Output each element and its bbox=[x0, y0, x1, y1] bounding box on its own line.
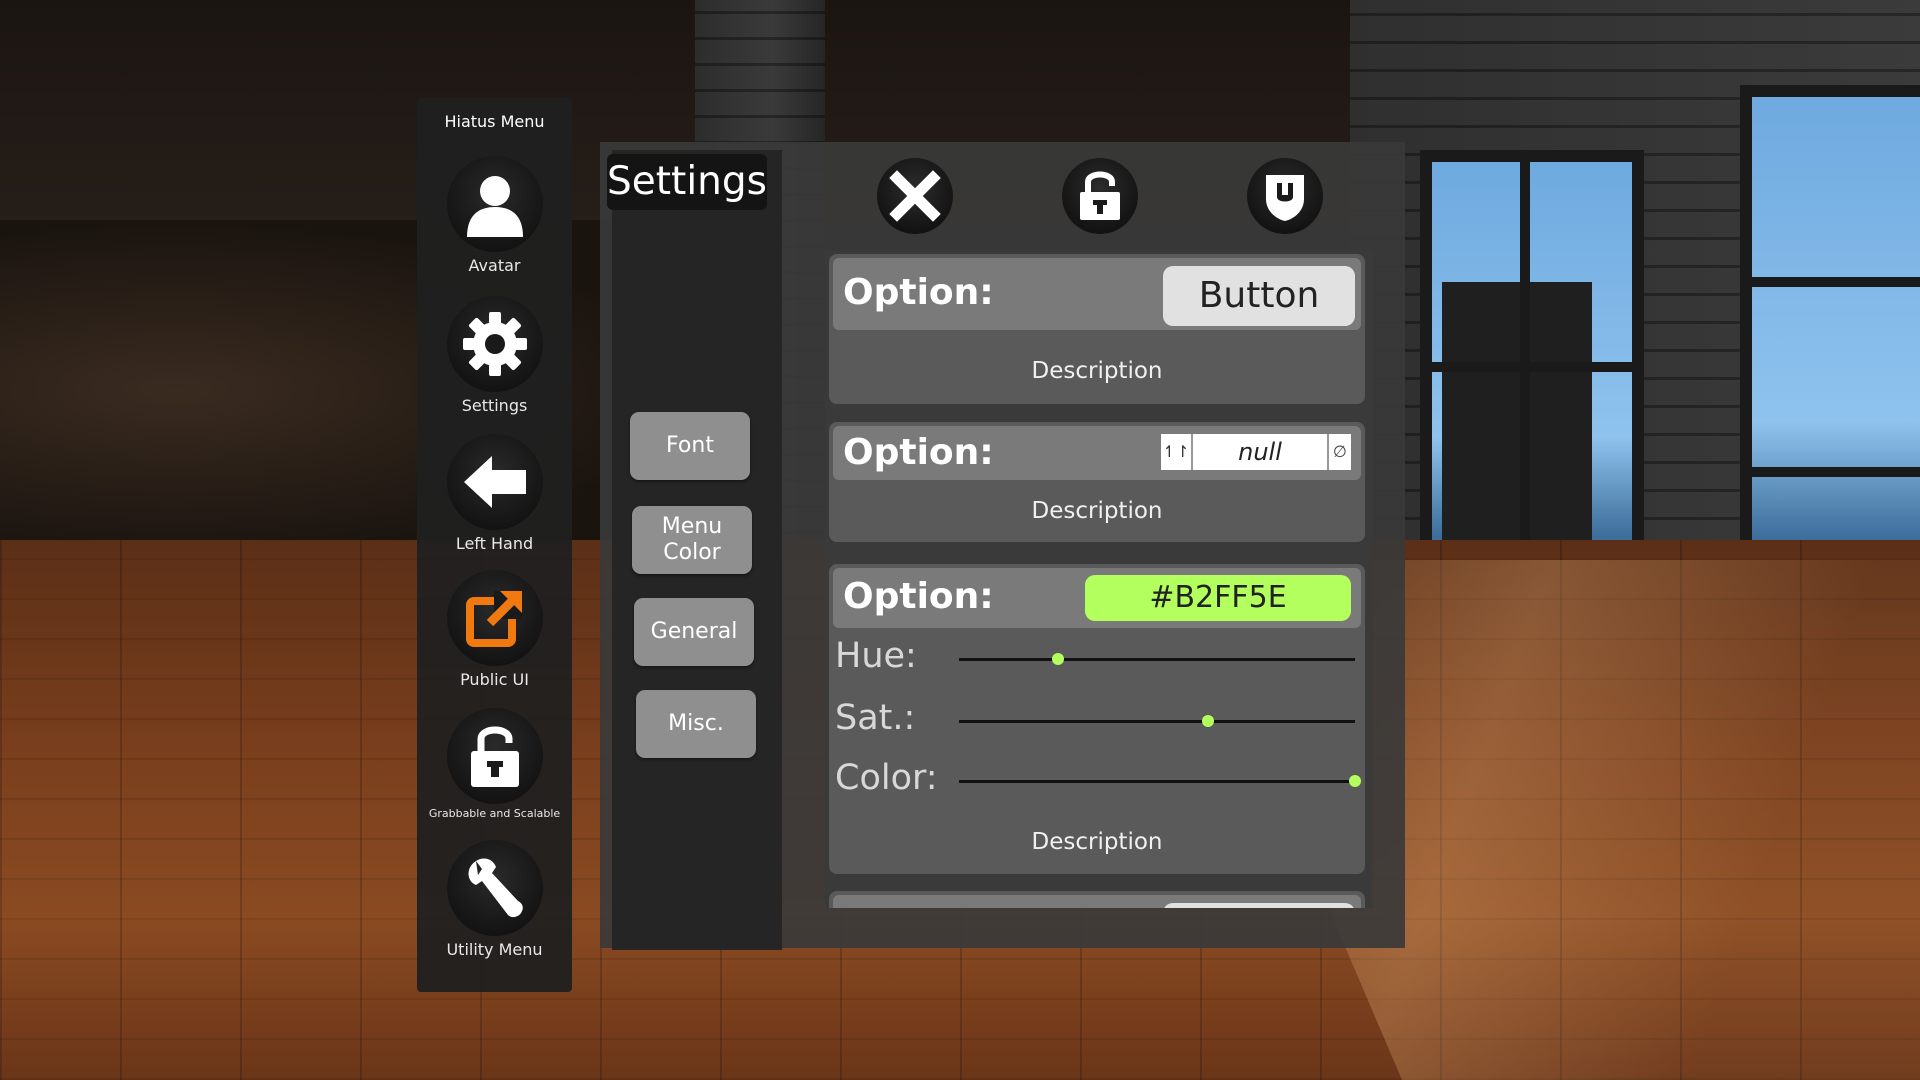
slider-label: Sat.: bbox=[835, 698, 916, 738]
clear-icon[interactable]: ∅ bbox=[1327, 434, 1351, 470]
color-hex-field[interactable]: #B2FF5E bbox=[1085, 575, 1351, 621]
side-item-settings[interactable]: Settings bbox=[417, 296, 572, 415]
stepper-arrows-icon[interactable]: ↿↾ bbox=[1161, 434, 1193, 470]
hiatus-side-menu: Hiatus Menu Avatar Settings Left Hand Pu… bbox=[417, 98, 572, 992]
tab-font[interactable]: Font bbox=[630, 412, 750, 480]
option-header: Option: ↿↾ null ∅ bbox=[833, 426, 1361, 480]
options-list[interactable]: Option: Button Description Option: ↿↾ nu… bbox=[825, 250, 1373, 908]
side-item-public-ui[interactable]: Public UI bbox=[417, 570, 572, 689]
side-item-label: Left Hand bbox=[455, 534, 534, 553]
color-slider[interactable] bbox=[959, 775, 1361, 787]
shield-icon bbox=[1266, 175, 1304, 221]
option-action-button[interactable] bbox=[1163, 903, 1355, 908]
side-item-label: Utility Menu bbox=[446, 940, 543, 959]
tab-menu-color[interactable]: Menu Color bbox=[632, 506, 752, 574]
side-item-label: Grabbable and Scalable bbox=[428, 807, 561, 820]
wrench-icon bbox=[446, 840, 543, 936]
close-button[interactable] bbox=[877, 158, 953, 234]
side-item-grabbable[interactable]: Grabbable and Scalable bbox=[417, 708, 572, 820]
shield-button[interactable] bbox=[1247, 158, 1323, 234]
avatar-icon bbox=[446, 156, 543, 252]
unlock-icon bbox=[1080, 171, 1120, 220]
window-mullion bbox=[1752, 277, 1920, 287]
slider-knob[interactable] bbox=[1202, 715, 1215, 727]
arrow-left-icon bbox=[446, 434, 543, 530]
slider-knob[interactable] bbox=[1349, 775, 1361, 787]
option-action-button[interactable]: Button bbox=[1163, 266, 1355, 326]
option-label: Option: bbox=[843, 576, 994, 617]
tab-general[interactable]: General bbox=[634, 598, 754, 666]
slider-label: Hue: bbox=[835, 636, 917, 676]
option-header bbox=[833, 895, 1361, 908]
gear-icon bbox=[446, 296, 543, 392]
slider-label: Color: bbox=[835, 758, 938, 798]
side-item-utility-menu[interactable]: Utility Menu bbox=[417, 840, 572, 959]
option-color-card: Option: #B2FF5E Hue: Sat.: Color: Descri… bbox=[829, 564, 1365, 874]
number-input-value[interactable]: null bbox=[1193, 434, 1327, 470]
saturation-slider[interactable] bbox=[959, 715, 1355, 727]
side-item-label: Public UI bbox=[460, 670, 529, 689]
lock-toggle-button[interactable] bbox=[1062, 158, 1138, 234]
close-icon bbox=[889, 170, 941, 222]
option-header: Option: Button bbox=[833, 258, 1361, 330]
option-label: Option: bbox=[843, 432, 994, 473]
settings-title: Settings bbox=[607, 154, 767, 210]
side-item-avatar[interactable]: Avatar bbox=[417, 156, 572, 275]
hue-slider[interactable] bbox=[959, 653, 1355, 665]
side-menu-title: Hiatus Menu bbox=[444, 112, 545, 131]
side-item-label: Settings bbox=[461, 396, 528, 415]
option-description: Description bbox=[1031, 498, 1163, 524]
tab-misc[interactable]: Misc. bbox=[636, 690, 756, 758]
background-shelf bbox=[0, 220, 700, 560]
side-item-left-hand[interactable]: Left Hand bbox=[417, 434, 572, 553]
window-mullion bbox=[1752, 467, 1920, 477]
window-mullion bbox=[1432, 362, 1632, 372]
option-description: Description bbox=[1031, 829, 1163, 855]
option-button-card: Option: Button Description bbox=[829, 254, 1365, 404]
hue-slider-row: Hue: bbox=[829, 632, 1365, 682]
public-ui-icon bbox=[446, 570, 543, 666]
option-label: Option: bbox=[843, 272, 994, 313]
unlock-icon bbox=[446, 708, 543, 804]
option-number-card: Option: ↿↾ null ∅ Description bbox=[829, 422, 1365, 542]
option-description: Description bbox=[1031, 358, 1163, 384]
slider-knob[interactable] bbox=[1052, 653, 1064, 665]
color-slider-row: Color: bbox=[829, 754, 1365, 804]
saturation-slider-row: Sat.: bbox=[829, 694, 1365, 744]
side-item-label: Avatar bbox=[468, 256, 521, 275]
option-header: Option: #B2FF5E bbox=[833, 568, 1361, 628]
option-card-partial bbox=[829, 891, 1365, 908]
number-input-field[interactable]: ↿↾ null ∅ bbox=[1161, 434, 1351, 470]
